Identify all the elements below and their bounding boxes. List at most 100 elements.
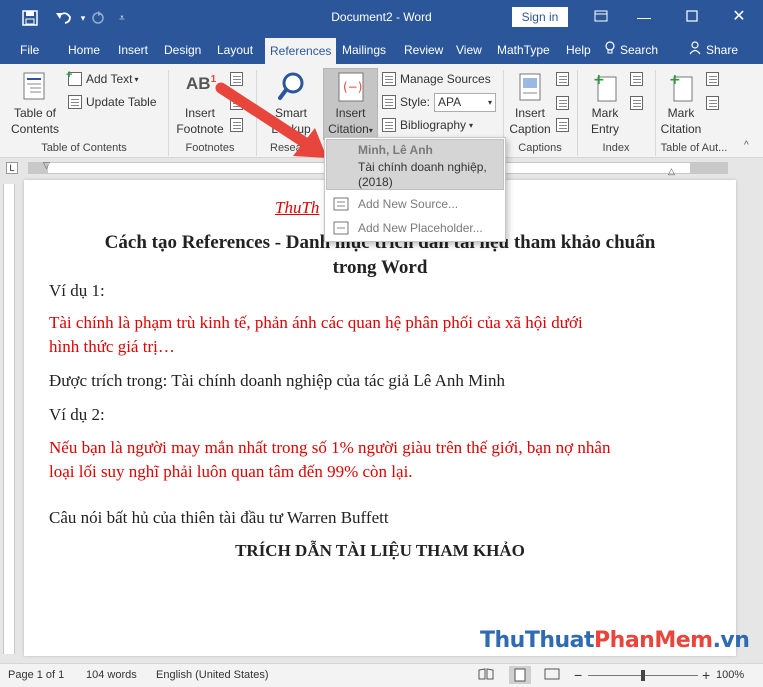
tab-selector-icon[interactable]: L [6, 162, 18, 174]
mark-citation-button[interactable]: + Mark Citation [658, 68, 704, 140]
person-icon [689, 37, 703, 65]
tab-references[interactable]: References [265, 38, 337, 64]
insert-caption-icon [519, 73, 541, 104]
svg-text:+: + [593, 72, 605, 88]
word-count[interactable]: 104 words [86, 669, 137, 681]
zoom-out-icon[interactable]: − [574, 667, 582, 683]
quote-1-line-2: hình thức giá trị… [49, 337, 175, 356]
tab-insert[interactable]: Insert [118, 36, 148, 64]
insert-caption-button[interactable]: Insert Caption [506, 68, 554, 140]
web-layout-icon[interactable] [544, 668, 560, 683]
add-new-source-label: Add New Source... [358, 197, 459, 211]
tab-layout[interactable]: Layout [217, 36, 253, 64]
update-table-of-figures-icon[interactable] [556, 96, 569, 110]
bibliography-button[interactable]: Bibliography ▾ [382, 115, 473, 135]
chevron-down-icon: ▾ [488, 97, 493, 107]
zoom-slider-thumb[interactable] [641, 670, 645, 681]
update-table-of-authorities-icon[interactable] [706, 96, 719, 110]
ribbon-display-options-icon[interactable] [586, 6, 616, 28]
close-icon[interactable]: ✕ [724, 6, 754, 28]
style-icon [382, 95, 396, 109]
citation-source-item[interactable]: Minh, Lê Anh Tài chính doanh nghiệp, (20… [326, 139, 504, 190]
title-bar: ▾ ⩡ Document2 - Word Sign in — ✕ [0, 0, 763, 36]
right-indent-marker[interactable]: △ [668, 166, 675, 177]
insert-table-of-authorities-icon[interactable] [706, 72, 719, 86]
tab-review[interactable]: Review [404, 36, 443, 64]
tab-mailings[interactable]: Mailings [342, 36, 386, 64]
quote-2-line-1: Nếu bạn là người may mắn nhất trong số 1… [49, 438, 611, 457]
tab-help[interactable]: Help [566, 36, 591, 64]
status-bar: Page 1 of 1 104 words English (United St… [0, 663, 763, 687]
collapse-ribbon-icon[interactable]: ^ [744, 140, 749, 151]
toa-small-icons[interactable] [706, 72, 722, 132]
quote-1-line-1: Tài chính là phạm trù kinh tế, phản ánh … [49, 313, 583, 332]
language[interactable]: English (United States) [156, 669, 269, 681]
minimize-icon[interactable]: — [629, 6, 659, 28]
ribbon-tabs: File Home Insert Design Layout Reference… [0, 36, 763, 64]
add-new-source-item[interactable]: Add New Source... [325, 193, 505, 215]
cross-reference-icon[interactable] [556, 118, 569, 132]
read-mode-icon[interactable] [478, 668, 494, 683]
watermark-part-1: ThuThuat [480, 628, 595, 653]
group-label-index: Index [602, 142, 630, 154]
manage-sources-label: Manage Sources [400, 72, 491, 86]
insert-table-of-figures-icon[interactable] [556, 72, 569, 86]
zoom-in-icon[interactable]: + [702, 667, 710, 683]
search-box[interactable]: Search [604, 36, 658, 64]
toc-label-1: Table of [13, 106, 57, 120]
group-label-captions: Captions [518, 142, 562, 154]
source-title: Tài chính doanh nghiệp, [358, 160, 487, 174]
manage-sources-button[interactable]: Manage Sources [382, 69, 491, 89]
update-index-icon[interactable] [630, 96, 643, 110]
add-source-icon [333, 197, 349, 214]
first-line-indent-marker[interactable]: ▽ [43, 160, 50, 171]
update-table-label: Update Table [86, 95, 157, 109]
print-layout-icon[interactable] [509, 666, 531, 684]
red-arrow-annotation [215, 82, 327, 158]
add-new-placeholder-item[interactable]: Add New Placeholder... [325, 217, 505, 239]
watermark: ThuThuatPhanMem.vn [480, 628, 750, 653]
bibliography-label: Bibliography [400, 118, 467, 132]
mark-citation-label-1: Mark [667, 106, 695, 120]
lightbulb-icon [604, 37, 616, 65]
example-1-label: Ví dụ 1: [49, 281, 105, 300]
citation-2-text: Câu nói bất hủ của thiên tài đầu tư Warr… [49, 508, 389, 527]
page-count[interactable]: Page 1 of 1 [8, 669, 64, 681]
footnote-icon: AB1 [186, 74, 217, 93]
table-of-contents-button[interactable]: Table of Contents [6, 68, 64, 140]
citation-1-text: Được trích trong: Tài chính doanh nghiệp… [49, 371, 505, 390]
style-control: Style: APA ▾ [382, 92, 497, 112]
document-page[interactable]: ThuTh Cách tạo References - Danh mục trí… [24, 180, 736, 656]
style-select[interactable]: APA ▾ [434, 92, 497, 112]
tab-home[interactable]: Home [68, 36, 100, 64]
captions-small-icons[interactable] [556, 72, 572, 132]
add-text-button[interactable]: + Add Text ▾ [66, 69, 139, 89]
header-fragment: ThuTh [275, 198, 320, 217]
chevron-down-icon: ▾ [368, 126, 373, 135]
style-value: APA [438, 94, 462, 109]
add-text-label: Add Text [86, 72, 133, 86]
mark-entry-button[interactable]: + Mark Entry [582, 68, 628, 140]
style-label: Style: [400, 95, 431, 109]
zoom-level[interactable]: 100% [716, 669, 744, 681]
tab-view[interactable]: View [456, 36, 482, 64]
maximize-icon[interactable] [677, 6, 707, 28]
mark-entry-label-2: Entry [590, 122, 619, 136]
update-table-button[interactable]: Update Table [68, 92, 157, 112]
index-small-icons[interactable] [630, 72, 646, 132]
share-label: Share [706, 43, 739, 57]
chevron-down-icon: ▾ [469, 120, 474, 130]
tab-file[interactable]: File [20, 36, 39, 64]
share-button[interactable]: Share [689, 36, 738, 64]
mark-citation-icon: + [669, 72, 693, 105]
tab-design[interactable]: Design [164, 36, 201, 64]
vertical-ruler [3, 184, 15, 654]
insert-index-icon[interactable] [630, 72, 643, 86]
insert-caption-label-2: Caption [509, 122, 551, 136]
sign-in-button[interactable]: Sign in [512, 7, 568, 27]
search-label: Search [620, 43, 659, 57]
manage-sources-icon [382, 72, 396, 86]
tab-mathtype[interactable]: MathType [497, 36, 550, 64]
quote-2-line-2: loại lối suy nghĩ phải luôn quan tâm đến… [49, 462, 413, 481]
toc-label-2: Contents [10, 122, 60, 136]
